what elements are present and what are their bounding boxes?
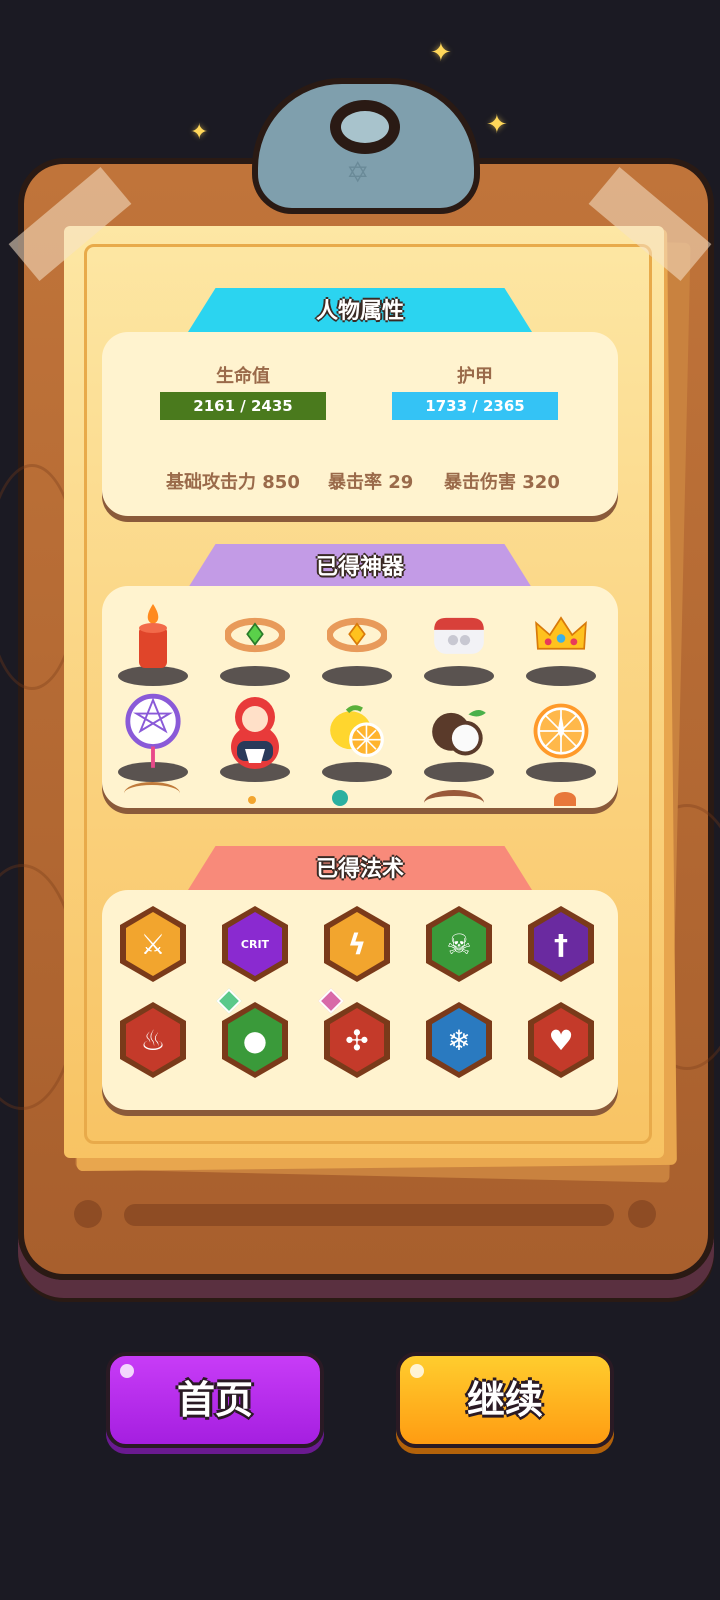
attack-stat: 基础攻击力 850 (166, 472, 300, 493)
stats-title: 人物属性 (188, 288, 532, 332)
crit-burst-icon: CRIT (228, 912, 282, 976)
spell-badge[interactable]: † (528, 906, 594, 982)
upgrade-gem-icon (216, 988, 242, 1014)
sparkle-icon: ✦ (486, 110, 508, 140)
spells-card: ⚔ CRIT ϟ ☠ † ♨ ● ✣ ❄ ♥ (102, 890, 618, 1110)
hp-label: 生命值 (216, 366, 270, 387)
partial-artifact (248, 796, 256, 804)
crit-damage-stat: 暴击伤害 320 (444, 472, 560, 493)
partial-artifact (124, 782, 180, 805)
sheep-icon: ● (228, 1008, 282, 1072)
bolt-icon (628, 1200, 656, 1228)
orange-slice-icon (531, 698, 591, 764)
spell-badge[interactable]: ϟ (324, 906, 390, 982)
nesting-doll-icon (225, 697, 285, 769)
partial-artifact (424, 790, 484, 808)
artifact-item[interactable] (108, 690, 198, 786)
crown-icon (531, 602, 591, 668)
lightning-shield-icon: ϟ (330, 912, 384, 976)
upgrade-gem-icon (318, 988, 344, 1014)
bolt-icon (74, 1200, 102, 1228)
spell-badge[interactable]: ❄ (426, 1002, 492, 1078)
artifact-item[interactable] (414, 594, 504, 690)
sparkle-icon: ✦ (190, 120, 209, 145)
artifact-item[interactable] (516, 594, 606, 690)
crossed-swords-icon: ⚔ (126, 912, 180, 976)
fire-shield-icon: ♨ (126, 1008, 180, 1072)
hp-bar: 2161 / 2435 (160, 392, 326, 420)
spell-badge[interactable]: ⚔ (120, 906, 186, 982)
sword-shield-icon: † (534, 912, 588, 976)
armor-bar: 1733 / 2365 (392, 392, 558, 420)
candle-icon (123, 602, 183, 668)
clip-hole (330, 100, 400, 154)
spinning-blades-icon: ✣ (330, 1008, 384, 1072)
artifact-item[interactable] (516, 690, 606, 786)
artifact-item[interactable] (210, 690, 300, 786)
spell-badge[interactable]: ♨ (120, 1002, 186, 1078)
spell-badge[interactable]: ☠ (426, 906, 492, 982)
home-button[interactable]: 首页 (106, 1352, 324, 1448)
armor-label: 护甲 (457, 366, 493, 387)
stats-card: 生命值 2161 / 2435 护甲 1733 / 2365 基础攻击力 850… (102, 332, 618, 516)
coconut-icon (429, 698, 489, 764)
artifacts-card[interactable] (102, 586, 618, 808)
earbuds-case-icon (429, 602, 489, 668)
artifacts-title: 已得神器 (188, 544, 532, 588)
sparkle-icon: ✦ (430, 38, 452, 68)
artifact-item[interactable] (414, 690, 504, 786)
partial-artifact (332, 790, 348, 806)
spell-badge[interactable]: CRIT (222, 906, 288, 982)
crit-rate-stat: 暴击率 29 (328, 472, 414, 493)
spells-title: 已得法术 (188, 846, 532, 890)
board-rail (124, 1204, 614, 1226)
heart-pulse-icon: ♥ (534, 1008, 588, 1072)
ice-snowflake-icon: ❄ (432, 1008, 486, 1072)
artifact-item[interactable] (108, 594, 198, 690)
spell-badge[interactable]: ✣ (324, 1002, 390, 1078)
continue-button[interactable]: 继续 (396, 1352, 614, 1448)
clipboard-clip: ✡ (252, 78, 480, 214)
star-of-david-icon: ✡ (346, 156, 370, 189)
orange-gem-bracelet-icon (327, 602, 387, 668)
dreamcatcher-icon (123, 693, 183, 768)
green-gem-bracelet-icon (225, 602, 285, 668)
poison-skull-icon: ☠ (432, 912, 486, 976)
spell-badge[interactable]: ● (222, 1002, 288, 1078)
lemon-icon (327, 698, 387, 764)
artifact-item[interactable] (210, 594, 300, 690)
artifact-item[interactable] (312, 594, 402, 690)
partial-artifact (554, 792, 576, 806)
artifact-item[interactable] (312, 690, 402, 786)
spell-badge[interactable]: ♥ (528, 1002, 594, 1078)
